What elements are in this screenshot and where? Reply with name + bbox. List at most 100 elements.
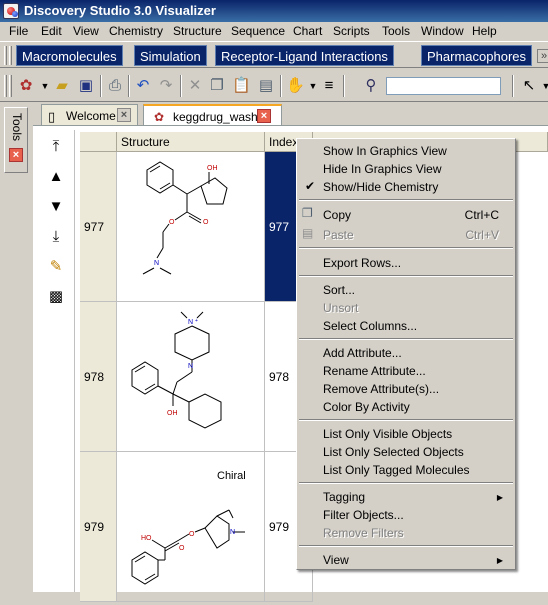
menu-view[interactable]: View — [73, 24, 99, 38]
chiral-label: Chiral — [217, 470, 246, 482]
tab-keggdrug-wash-label: keggdrug_wash — [173, 110, 258, 124]
print-icon[interactable]: ⎙ — [106, 77, 124, 95]
molecule-structure-977: OH O O N — [142, 161, 228, 275]
edit-pencil-icon[interactable]: ✎ — [47, 258, 65, 276]
menu-item-tagging[interactable]: Tagging — [323, 490, 365, 504]
menu-separator — [299, 545, 513, 547]
menu-item-export-rows[interactable]: Export Rows... — [323, 256, 401, 270]
toolbar-grip[interactable] — [4, 46, 7, 65]
menu-chemistry[interactable]: Chemistry — [109, 24, 163, 38]
menu-separator — [299, 199, 513, 201]
menu-sequence[interactable]: Sequence — [231, 24, 285, 38]
main-toolbar: ✿ ▼ ▰ ▣ ⎙ ↶ ↷ ✕ ❐ 📋 ▤ ✋ ▼ ≡ ⚲ ↖ ▼ — [0, 69, 548, 102]
toolbar-grip[interactable] — [4, 75, 7, 97]
toolbar-grip[interactable] — [9, 46, 12, 65]
menu-item-view[interactable]: View — [323, 553, 349, 567]
menu-item-filter-objects[interactable]: Filter Objects... — [323, 508, 404, 522]
search-input[interactable] — [386, 77, 501, 95]
app-icon — [3, 3, 19, 19]
svg-text:OH: OH — [207, 165, 218, 172]
menu-item-list-only-visible[interactable]: List Only Visible Objects — [323, 427, 452, 441]
new-molecule-icon[interactable]: ✿ — [17, 77, 35, 95]
menu-item-select-columns[interactable]: Select Columns... — [323, 319, 417, 333]
tab-welcome-label: Welcome — [66, 109, 116, 123]
row-header[interactable]: 978 — [80, 302, 117, 452]
copy-icon[interactable]: ❐ — [208, 77, 226, 95]
paste-icon: ▤ — [302, 226, 314, 240]
submenu-arrow-icon: ▶ — [496, 493, 503, 502]
move-down-icon[interactable]: ▼ — [47, 198, 65, 216]
menu-help[interactable]: Help — [472, 24, 497, 38]
column-header-structure[interactable]: Structure — [117, 132, 265, 152]
shortcut-paste: Ctrl+V — [465, 228, 499, 242]
select-pointer-icon[interactable]: ↖ — [520, 77, 538, 95]
tab-keggdrug-wash[interactable]: ✿ keggdrug_wash × — [143, 104, 282, 126]
menu-item-show-hide-chemistry[interactable]: Show/Hide Chemistry — [323, 180, 438, 194]
menu-item-sort[interactable]: Sort... — [323, 283, 355, 297]
perspective-receptor-ligand[interactable]: Receptor-Ligand Interactions — [215, 45, 394, 66]
menu-separator — [299, 482, 513, 484]
menu-file[interactable]: File — [9, 24, 28, 38]
clipboard-icon[interactable]: ▤ — [257, 77, 275, 95]
pan-hand-icon[interactable]: ✋ — [286, 77, 305, 95]
close-icon[interactable]: × — [117, 108, 131, 122]
close-icon[interactable]: × — [9, 148, 23, 162]
close-icon[interactable]: × — [257, 109, 271, 123]
perspective-simulation[interactable]: Simulation — [134, 45, 207, 66]
structure-cell[interactable]: OH O O N — [117, 152, 265, 302]
list-icon[interactable]: ≡ — [320, 77, 338, 95]
paste-icon[interactable]: 📋 — [232, 77, 251, 95]
perspective-macromolecules[interactable]: Macromolecules — [16, 45, 123, 66]
tab-welcome[interactable]: ▯ Welcome × — [41, 104, 138, 126]
perspective-pharmacophores[interactable]: Pharmacophores — [421, 45, 532, 66]
menu-item-remove-attributes[interactable]: Remove Attribute(s)... — [323, 382, 439, 396]
open-folder-icon[interactable]: ▰ — [53, 77, 71, 95]
tools-panel-tab[interactable]: Tools × — [4, 107, 28, 173]
toolbar-grip[interactable] — [9, 75, 12, 97]
svg-text:O: O — [169, 219, 175, 226]
menu-window[interactable]: Window — [421, 24, 464, 38]
svg-text:N: N — [230, 529, 235, 536]
row-header[interactable]: 977 — [80, 152, 117, 302]
index-value: 977 — [269, 220, 290, 234]
structure-cell[interactable]: N + N OH — [117, 302, 265, 452]
structure-cell[interactable]: Chiral HO O O N — [117, 452, 265, 602]
redo-icon[interactable]: ↷ — [157, 77, 175, 95]
menu-structure[interactable]: Structure — [173, 24, 222, 38]
row-number: 979 — [84, 520, 105, 534]
dropdown-chevron-icon[interactable]: ▼ — [36, 77, 54, 95]
toolbar-separator — [280, 75, 282, 97]
title-bar: Discovery Studio 3.0 Visualizer — [0, 0, 548, 22]
menu-item-show-in-graphics-view[interactable]: Show In Graphics View — [323, 144, 447, 158]
menu-chart[interactable]: Chart — [293, 24, 322, 38]
svg-text:N: N — [154, 260, 159, 267]
document-icon: ▯ — [48, 109, 56, 124]
move-top-icon[interactable]: ⤒ — [47, 138, 65, 156]
chemistry-view-icon[interactable]: ▩ — [47, 288, 65, 306]
menu-separator — [299, 419, 513, 421]
menu-edit[interactable]: Edit — [41, 24, 62, 38]
move-up-icon[interactable]: ▲ — [47, 168, 65, 186]
move-bottom-icon[interactable]: ⤓ — [47, 228, 65, 246]
cut-icon[interactable]: ✕ — [186, 77, 204, 95]
svg-text:O: O — [189, 531, 195, 538]
menu-tools[interactable]: Tools — [382, 24, 410, 38]
menu-item-copy[interactable]: Copy — [323, 208, 351, 222]
toolbar-separator — [128, 75, 130, 97]
menu-item-list-only-selected[interactable]: List Only Selected Objects — [323, 445, 464, 459]
menu-item-add-attribute[interactable]: Add Attribute... — [323, 346, 402, 360]
save-icon[interactable]: ▣ — [77, 77, 95, 95]
menu-item-color-by-activity[interactable]: Color By Activity — [323, 400, 410, 414]
menu-item-rename-attribute[interactable]: Rename Attribute... — [323, 364, 426, 378]
undo-icon[interactable]: ↶ — [134, 77, 152, 95]
menu-scripts[interactable]: Scripts — [333, 24, 370, 38]
menu-item-paste: Paste — [323, 228, 354, 242]
row-header[interactable]: 979 — [80, 452, 117, 602]
menu-separator — [299, 338, 513, 340]
menu-item-hide-in-graphics-view[interactable]: Hide In Graphics View — [323, 162, 442, 176]
dropdown-chevron-icon[interactable]: ▼ — [537, 77, 548, 95]
menu-item-list-only-tagged[interactable]: List Only Tagged Molecules — [323, 463, 470, 477]
overflow-chevron-icon[interactable]: » — [537, 49, 548, 63]
svg-text:O: O — [203, 219, 209, 226]
menu-separator — [299, 247, 513, 249]
